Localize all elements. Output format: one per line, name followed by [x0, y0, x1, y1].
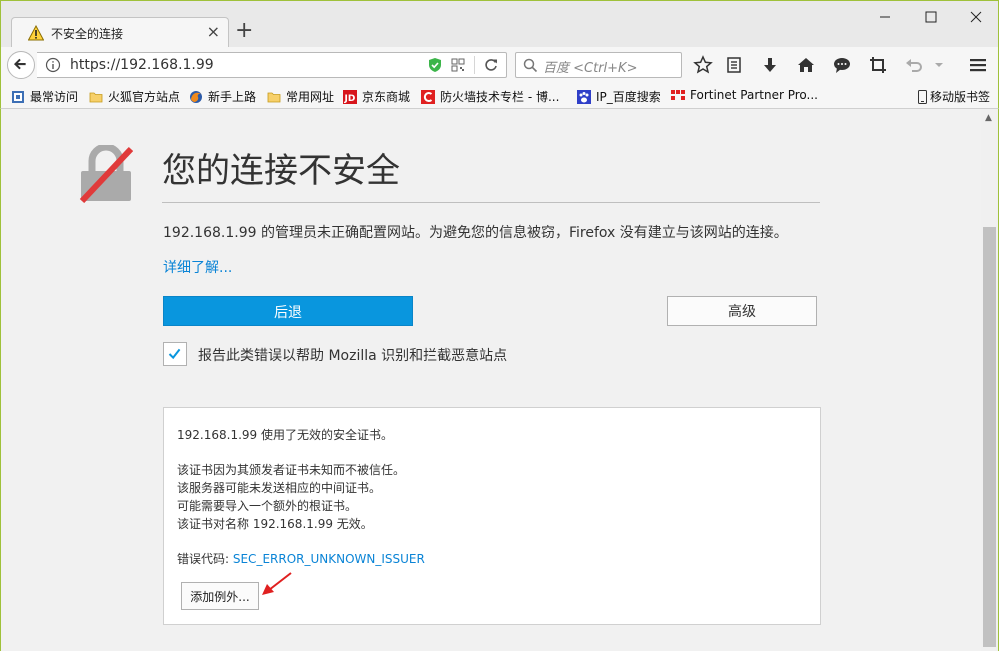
error-description: 192.168.1.99 的管理员未正确配置网站。为避免您的信息被窃，Firef…: [163, 225, 788, 241]
go-back-button[interactable]: 后退: [163, 296, 413, 326]
dropdown-arrow-icon[interactable]: [932, 55, 946, 75]
undo-icon[interactable]: [904, 55, 924, 75]
tab-close-icon[interactable]: ×: [207, 22, 220, 41]
folder-icon: [267, 92, 281, 103]
bookmark-label: 常用网址: [286, 90, 335, 104]
advanced-button[interactable]: 高级: [667, 296, 817, 326]
scroll-up-arrow-icon[interactable]: ▲: [985, 113, 992, 123]
back-button[interactable]: [7, 51, 35, 79]
bookmark-label: 火狐官方站点: [108, 90, 181, 104]
download-icon[interactable]: [760, 55, 780, 75]
advanced-details-panel: 192.168.1.99 使用了无效的安全证书。 该证书因为其颁发者证书未知而不…: [163, 407, 821, 625]
info-icon[interactable]: [45, 57, 61, 73]
reload-icon[interactable]: [483, 57, 499, 73]
reason-line: 该服务器可能未发送相应的中间证书。: [177, 481, 382, 495]
bookmark-item[interactable]: 防火墙技术专栏 - 博...: [421, 88, 559, 106]
search-bar[interactable]: 百度 <Ctrl+K>: [515, 52, 682, 78]
warning-icon: [28, 25, 44, 41]
bookmark-item[interactable]: 常用网址: [267, 88, 334, 106]
url-bar[interactable]: https://192.168.1.99: [37, 52, 507, 78]
bookmark-item[interactable]: 新手上路: [189, 88, 256, 106]
bookmark-label: 最常访问: [30, 90, 79, 104]
error-code-row: 错误代码: SEC_ERROR_UNKNOWN_ISSUER: [177, 550, 425, 567]
annotation-arrow-icon: [262, 572, 292, 595]
bookmark-star-icon[interactable]: [693, 55, 713, 75]
fortinet-icon: [671, 90, 685, 100]
bookmark-label: IP_百度搜索: [596, 90, 661, 104]
jd-icon: JD: [343, 90, 357, 104]
shield-check-icon[interactable]: [427, 57, 443, 73]
svg-text:JD: JD: [344, 94, 356, 104]
bookmark-item[interactable]: 火狐官方站点: [89, 88, 180, 106]
bookmark-item[interactable]: 最常访问: [11, 88, 78, 106]
url-separator: [474, 56, 475, 74]
error-code-link[interactable]: SEC_ERROR_UNKNOWN_ISSUER: [233, 552, 425, 566]
report-checkbox-label: 报告此类错误以帮助 Mozilla 识别和拦截恶意站点: [198, 348, 508, 364]
mobile-phone-icon: [918, 90, 927, 104]
gear-bookmark-icon: [12, 91, 24, 103]
tab-insecure-connection[interactable]: 不安全的连接 ×: [11, 17, 229, 49]
baidu-icon: [577, 90, 591, 104]
home-icon[interactable]: [796, 55, 816, 75]
broken-lock-icon: [79, 145, 133, 203]
new-tab-button[interactable]: +: [235, 19, 253, 43]
vertical-scrollbar[interactable]: ▲: [981, 109, 999, 651]
chat-bubble-icon[interactable]: [832, 55, 852, 75]
folder-icon: [89, 92, 103, 103]
report-checkbox[interactable]: [163, 342, 187, 366]
reason-line: 该证书因为其颁发者证书未知而不被信任。: [177, 463, 406, 477]
bookmark-label: Fortinet Partner Pro...: [690, 88, 818, 102]
certificate-invalid-text: 192.168.1.99 使用了无效的安全证书。: [177, 428, 393, 442]
back-arrow-icon: [13, 58, 26, 70]
window-close-icon[interactable]: [966, 7, 986, 27]
learn-more-link[interactable]: 详细了解...: [163, 257, 232, 277]
reason-line: 可能需要导入一个额外的根证书。: [177, 499, 358, 513]
search-placeholder[interactable]: 百度 <Ctrl+K>: [543, 57, 637, 76]
add-exception-button[interactable]: 添加例外...: [181, 582, 259, 610]
search-icon: [523, 58, 538, 73]
hamburger-menu-icon[interactable]: [968, 55, 988, 75]
bookmark-item[interactable]: IP_百度搜索: [577, 88, 661, 106]
title-divider: [162, 202, 820, 203]
reading-list-icon[interactable]: [724, 55, 744, 75]
tab-title: 不安全的连接: [51, 27, 124, 41]
firefox-icon: [190, 91, 202, 103]
scrollbar-thumb[interactable]: [983, 227, 996, 647]
minimize-icon[interactable]: [875, 7, 895, 27]
url-text[interactable]: https://192.168.1.99: [70, 57, 214, 73]
reason-line: 该证书对名称 192.168.1.99 无效。: [177, 517, 373, 531]
mobile-bookmarks-label: 移动版书签: [930, 90, 991, 104]
mobile-bookmarks[interactable]: 移动版书签: [918, 88, 990, 106]
maximize-icon[interactable]: [921, 7, 941, 27]
page-title: 您的连接不安全: [162, 151, 400, 191]
checkmark-icon: [168, 348, 181, 360]
bookmark-label: 新手上路: [208, 90, 257, 104]
qr-code-icon[interactable]: [451, 58, 465, 72]
error-code-label: 错误代码:: [177, 552, 233, 566]
page-content: 您的连接不安全 192.168.1.99 的管理员未正确配置网站。为避免您的信息…: [0, 109, 981, 651]
bookmarks-bar: 最常访问 火狐官方站点 新手上路 常用网址 JD 京东商城 防火墙技术专栏 - …: [0, 84, 999, 109]
site-icon: [421, 90, 435, 104]
nav-bar: https://192.168.1.99 百度 <Ctrl+K>: [0, 47, 999, 84]
title-bar: 不安全的连接 × +: [0, 0, 999, 49]
bookmark-item[interactable]: Fortinet Partner Pro...: [671, 88, 818, 106]
bookmark-label: 京东商城: [362, 90, 411, 104]
bookmark-label: 防火墙技术专栏 - 博...: [440, 90, 560, 104]
bookmark-item[interactable]: JD 京东商城: [343, 88, 410, 106]
crop-screenshot-icon[interactable]: [868, 55, 888, 75]
